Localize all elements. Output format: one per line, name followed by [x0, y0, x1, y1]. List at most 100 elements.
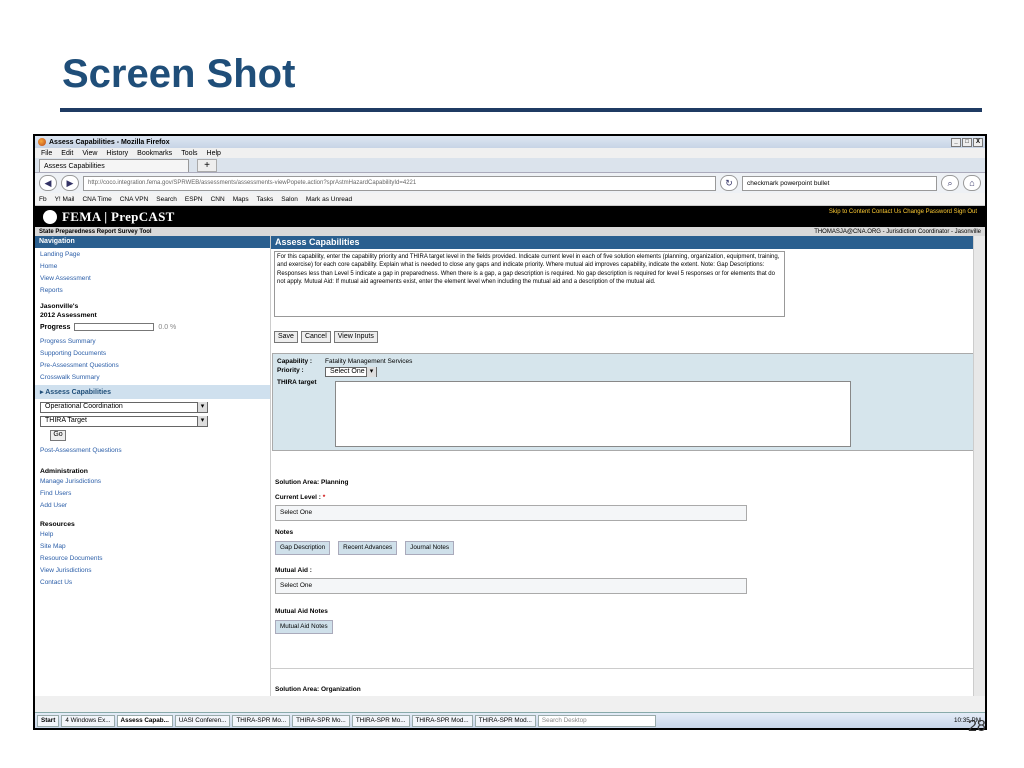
windows-taskbar: Start 4 Windows Ex... Assess Capab... UA…: [35, 712, 985, 728]
menu-file[interactable]: File: [41, 150, 52, 157]
menu-tools[interactable]: Tools: [181, 150, 197, 157]
search-input[interactable]: checkmark powerpoint bullet: [742, 175, 937, 191]
page-title: Assess Capabilities: [271, 236, 985, 249]
jurisdiction-name: Jasonville's: [40, 303, 79, 310]
nav-link-find-users[interactable]: Find Users: [35, 487, 270, 499]
nav-link-supporting-docs[interactable]: Supporting Documents: [35, 347, 270, 359]
capability-label: Capability :: [277, 358, 313, 365]
home-icon[interactable]: ⌂: [963, 175, 981, 191]
priority-select[interactable]: Select One: [325, 367, 377, 377]
close-button[interactable]: X: [973, 137, 983, 147]
taskbar-item[interactable]: UASI Conferen...: [174, 714, 231, 727]
bookmark-fb[interactable]: Fb: [39, 196, 47, 203]
back-icon[interactable]: ◀: [39, 175, 57, 191]
journal-notes-button[interactable]: Journal Notes: [405, 541, 455, 555]
current-level-select[interactable]: Select One: [275, 505, 747, 521]
gap-description-button[interactable]: Gap Description: [275, 541, 331, 555]
header-links[interactable]: Skip to Content Contact Us Change Passwo…: [829, 209, 977, 215]
start-button[interactable]: Start: [37, 714, 60, 727]
nav-link-help[interactable]: Help: [35, 528, 270, 540]
menu-view[interactable]: View: [82, 150, 97, 157]
nav-link-manage-jurisdictions[interactable]: Manage Jurisdictions: [35, 475, 270, 487]
save-button[interactable]: Save: [274, 331, 298, 343]
resources-heading: Resources: [40, 521, 75, 528]
nav-link-contact-us[interactable]: Contact Us: [35, 576, 270, 588]
nav-link-view-assessment[interactable]: View Assessment: [35, 272, 270, 284]
capability-panel: Capability : Fatality Management Service…: [272, 353, 977, 451]
go-button[interactable]: Go: [50, 430, 66, 441]
recent-advances-button[interactable]: Recent Advances: [338, 541, 398, 555]
maximize-button[interactable]: □: [962, 137, 972, 147]
nav-link-reports[interactable]: Reports: [35, 284, 270, 296]
taskbar-item[interactable]: THIRA-SPR Mod...: [411, 714, 473, 727]
nav-link-add-user[interactable]: Add User: [35, 499, 270, 511]
bookmark-cna-vpn[interactable]: CNA VPN: [120, 196, 149, 203]
nav-link-site-map[interactable]: Site Map: [35, 540, 270, 552]
nav-link-post-assessment[interactable]: Post-Assessment Questions: [35, 444, 270, 456]
page-scrollbar[interactable]: [973, 236, 985, 696]
progress-row: Progress 0.0 %: [35, 319, 270, 335]
tab-assess-capabilities[interactable]: Assess Capabilities: [39, 159, 189, 172]
slide: Screen Shot Assess Capabilities - Mozill…: [0, 0, 1024, 768]
taskbar-item[interactable]: THIRA-SPR Mo...: [232, 714, 291, 727]
nav-link-pre-assessment[interactable]: Pre-Assessment Questions: [35, 359, 270, 371]
nav-link-landing[interactable]: Landing Page: [35, 248, 270, 260]
menu-edit[interactable]: Edit: [61, 150, 73, 157]
nav-link-home[interactable]: Home: [35, 260, 270, 272]
action-buttons: Save Cancel View Inputs: [274, 331, 985, 343]
bookmark-maps[interactable]: Maps: [233, 196, 249, 203]
mutual-aid-notes-button[interactable]: Mutual Aid Notes: [275, 620, 333, 634]
mutual-aid-select[interactable]: Select One: [275, 578, 747, 594]
notes-label: Notes: [275, 529, 294, 536]
nav-link-progress-summary[interactable]: Progress Summary: [35, 335, 270, 347]
site-logo[interactable]: FEMA | PrepCAST: [62, 209, 175, 225]
bookmark-espn[interactable]: ESPN: [185, 196, 203, 203]
reload-icon[interactable]: ↻: [720, 175, 738, 191]
search-icon[interactable]: ⌕: [941, 175, 959, 191]
taskbar-item[interactable]: THIRA-SPR Mod...: [474, 714, 536, 727]
firefox-icon: [38, 138, 46, 146]
capability-selectors: Operational Coordination THIRA Target Go: [35, 399, 270, 444]
address-bar[interactable]: http://coco.integration.fema.gov/SPRWEB/…: [83, 175, 716, 191]
taskbar-item[interactable]: THIRA-SPR Mo...: [351, 714, 410, 727]
priority-label: Priority :: [277, 367, 304, 374]
nav-link-crosswalk[interactable]: Crosswalk Summary: [35, 371, 270, 383]
current-level-label: Current Level : *: [275, 494, 985, 501]
thira-target-textarea[interactable]: [335, 381, 851, 447]
assessment-name: 2012 Assessment: [40, 312, 97, 319]
cancel-button[interactable]: Cancel: [300, 331, 331, 343]
new-tab-button[interactable]: +: [197, 159, 217, 172]
menu-history[interactable]: History: [106, 150, 128, 157]
nav-link-resource-docs[interactable]: Resource Documents: [35, 552, 270, 564]
menu-help[interactable]: Help: [207, 150, 221, 157]
capability-select[interactable]: Operational Coordination: [40, 402, 208, 413]
notes-buttons: Gap Description Recent Advances Journal …: [275, 541, 985, 555]
window-title: Assess Capabilities - Mozilla Firefox: [49, 138, 170, 146]
bookmark-tasks[interactable]: Tasks: [257, 196, 274, 203]
bookmark-search[interactable]: Search: [156, 196, 177, 203]
taskbar-item[interactable]: 4 Windows Ex...: [61, 714, 115, 727]
nav-active-assess-capabilities[interactable]: ▸ Assess Capabilities: [35, 385, 270, 399]
bookmark-ymail[interactable]: Y! Mail: [55, 196, 75, 203]
progress-value: 0.0 %: [158, 323, 177, 331]
menu-bookmarks[interactable]: Bookmarks: [137, 150, 172, 157]
nav-link-view-jurisdictions[interactable]: View Jurisdictions: [35, 564, 270, 576]
solution-area-heading: Solution Area: Planning: [275, 479, 349, 486]
minimize-button[interactable]: _: [951, 137, 961, 147]
bookmark-cna-time[interactable]: CNA Time: [82, 196, 111, 203]
view-inputs-button[interactable]: View Inputs: [333, 331, 378, 343]
user-info: THOMASJA@CNA.ORG - Jurisdiction Coordina…: [814, 228, 981, 235]
bookmarks-toolbar: Fb Y! Mail CNA Time CNA VPN Search ESPN …: [35, 193, 985, 206]
tab-bar: Assess Capabilities +: [35, 158, 985, 173]
forward-icon[interactable]: ▶: [61, 175, 79, 191]
desktop-search-input[interactable]: Search Desktop: [537, 714, 656, 727]
section-divider: [271, 668, 977, 669]
bookmark-salon[interactable]: Salon: [281, 196, 298, 203]
taskbar-item-active[interactable]: Assess Capab...: [116, 714, 173, 727]
bookmark-cnn[interactable]: CNN: [211, 196, 225, 203]
target-select[interactable]: THIRA Target: [40, 416, 208, 427]
app-subheader: State Preparedness Report Survey Tool TH…: [35, 227, 985, 236]
bookmark-mark-unread[interactable]: Mark as Unread: [306, 196, 352, 203]
progress-bar: [74, 323, 155, 331]
taskbar-item[interactable]: THIRA-SPR Mo...: [292, 714, 350, 727]
